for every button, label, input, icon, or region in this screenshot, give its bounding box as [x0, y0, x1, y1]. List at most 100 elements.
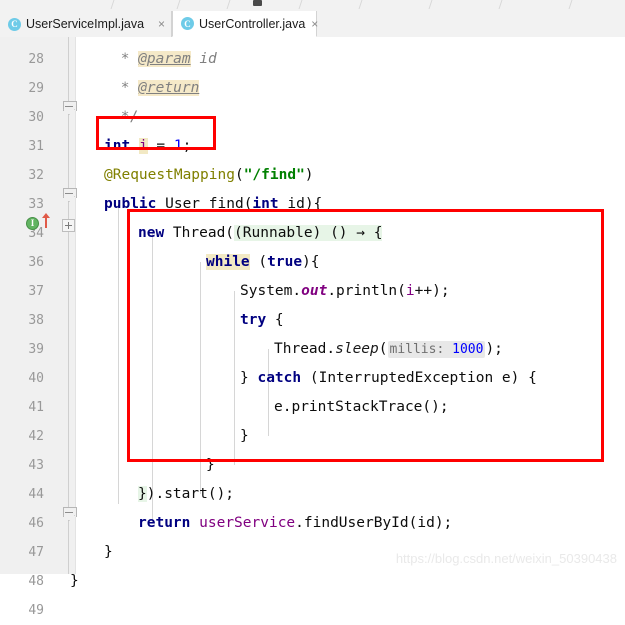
code-token: true — [267, 254, 303, 270]
code-token: @RequestMapping — [104, 167, 235, 183]
code-token: i — [138, 138, 148, 154]
code-text[interactable]: * @param id — [112, 45, 217, 74]
line-number: 36 — [28, 255, 44, 270]
tab-user-controller[interactable]: C UserController.java × — [172, 11, 318, 37]
fold-collapse-icon-line-33[interactable] — [62, 188, 77, 203]
line-number: 49 — [28, 603, 44, 618]
code-text[interactable]: @RequestMapping("/find") — [104, 161, 314, 190]
code-editor[interactable]: 28 * @param id 29 * @return 30 */ 31 int i =… — [0, 37, 625, 618]
code-token: ( — [249, 254, 268, 270]
code-line[interactable]: 31 int i = 1; — [0, 132, 625, 161]
code-token: * — [112, 80, 139, 96]
code-token: ).start(); — [146, 486, 235, 502]
code-token: { — [266, 312, 284, 328]
code-line[interactable]: 37 System.out.println(i++); — [0, 277, 625, 306]
code-token: (Runnable) () → { — [234, 225, 383, 241]
code-token: } — [240, 428, 249, 444]
line-number: 42 — [28, 429, 44, 444]
code-line[interactable]: 28 * @param id — [0, 45, 625, 74]
code-line[interactable]: 40 } catch (InterruptedException e) { — [0, 364, 625, 393]
code-line[interactable]: 42} — [0, 422, 625, 451]
code-text[interactable]: } — [240, 422, 249, 451]
code-line[interactable]: 44}).start(); — [0, 480, 625, 509]
code-line[interactable]: 38 try { — [0, 306, 625, 335]
line-number: 40 — [28, 371, 44, 386]
code-text[interactable]: } — [70, 567, 79, 596]
code-token: Thread( — [164, 225, 235, 241]
code-token: while — [206, 254, 250, 270]
code-text[interactable]: }).start(); — [138, 480, 234, 509]
code-text[interactable]: int i = 1; — [104, 132, 191, 161]
parameter-hint: millis: 1000 — [387, 341, 486, 358]
class-file-icon: C — [181, 17, 194, 30]
code-line[interactable]: 29 * @return — [0, 74, 625, 103]
code-text[interactable]: public User find(int id){ — [104, 190, 322, 219]
code-token: return — [138, 515, 191, 531]
line-number: 31 — [28, 139, 44, 154]
line-number: 38 — [28, 313, 44, 328]
code-line[interactable]: 41 e.printStackTrace(); — [0, 393, 625, 422]
code-line[interactable]: 33 public User find(int id){ — [0, 190, 625, 219]
code-text[interactable]: System.out.println(i++); — [240, 277, 450, 306]
code-token: e.printStackTrace(); — [274, 399, 449, 415]
code-text[interactable]: } — [206, 451, 215, 480]
parameter-hint-value: 1000 — [452, 342, 484, 357]
code-line[interactable]: 30 */ — [0, 103, 625, 132]
code-line[interactable]: 48} — [0, 567, 625, 596]
line-number: 39 — [28, 342, 44, 357]
code-line[interactable]: 32 @RequestMapping("/find") — [0, 161, 625, 190]
code-text[interactable]: */ — [112, 103, 138, 132]
code-token: } — [138, 486, 147, 502]
code-token: @return — [138, 80, 200, 96]
code-text[interactable]: try { — [240, 306, 284, 335]
watermark: https://blog.csdn.net/weixin_50390438 — [395, 551, 617, 566]
code-token: ) — [304, 167, 314, 183]
code-token: System. — [240, 283, 302, 299]
code-text[interactable]: } catch (InterruptedException e) { — [240, 364, 537, 393]
toolbar-tick — [298, 0, 303, 9]
fold-collapse-icon-line-30[interactable] — [62, 101, 77, 116]
class-file-icon: C — [8, 17, 21, 31]
code-token: i — [405, 283, 415, 299]
code-token: } — [70, 573, 79, 589]
close-icon[interactable]: × — [158, 18, 165, 30]
code-token: ){ — [302, 254, 320, 270]
code-token: ( — [378, 341, 388, 357]
code-token: (InterruptedException e) { — [301, 370, 537, 386]
code-line[interactable]: 34 new Thread((Runnable) () → { — [0, 219, 625, 248]
override-up-arrow-icon[interactable] — [41, 212, 51, 229]
toolbar-tick — [110, 0, 115, 9]
code-text[interactable]: while (true){ — [206, 248, 320, 277]
code-text[interactable]: return userService.findUserById(id); — [138, 509, 452, 538]
code-token: } — [206, 457, 215, 473]
toolbar-tick — [498, 0, 503, 9]
code-token: .findUserById(id); — [295, 515, 453, 531]
code-text[interactable]: } — [104, 538, 113, 567]
line-number: 37 — [28, 284, 44, 299]
line-number: 41 — [28, 400, 44, 415]
fold-expand-icon-line-34[interactable] — [62, 219, 75, 232]
code-token: ( — [234, 167, 244, 183]
lambda-marker-icon[interactable]: I — [26, 217, 39, 230]
code-text[interactable]: * @return — [112, 74, 200, 103]
code-token: = — [147, 138, 174, 154]
code-line[interactable]: 49 — [0, 596, 625, 625]
code-line[interactable]: 46 return userService.findUserById(id); — [0, 509, 625, 538]
code-token: * — [112, 51, 139, 67]
code-line[interactable]: 43} — [0, 451, 625, 480]
code-token: Thread. — [274, 341, 336, 357]
tab-label: UserServiceImpl.java — [26, 17, 145, 31]
fold-collapse-icon-line-47[interactable] — [62, 507, 77, 522]
code-token: int — [104, 138, 131, 154]
code-token: id — [199, 51, 217, 67]
code-text[interactable]: e.printStackTrace(); — [274, 393, 449, 422]
code-text[interactable]: Thread.sleep(millis: 1000); — [274, 335, 503, 364]
code-line[interactable]: 39 Thread.sleep(millis: 1000); — [0, 335, 625, 364]
code-text[interactable]: new Thread((Runnable) () → { — [138, 219, 383, 248]
code-token: new — [138, 225, 165, 241]
code-token: public — [104, 196, 157, 212]
close-icon[interactable]: × — [311, 18, 318, 30]
code-line[interactable]: 36 while (true){ — [0, 248, 625, 277]
tab-user-service-impl[interactable]: C UserServiceImpl.java × — [0, 11, 172, 37]
